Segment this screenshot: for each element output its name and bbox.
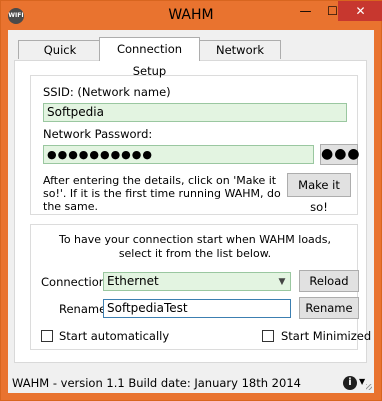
client-area: Quick Connect Connection Setup Network S…	[8, 30, 374, 393]
start-minimized-label[interactable]: Start Minimized	[281, 329, 371, 343]
show-password-button[interactable]: ●●●	[320, 144, 360, 165]
connection-setup-panel: SSID: (Network name) Softpedia Network P…	[14, 60, 371, 363]
password-label: Network Password:	[43, 127, 153, 141]
title-bar[interactable]: WIFI WAHM — ☐ ✕	[1, 1, 382, 30]
tab-network-setup[interactable]: Network Setup	[199, 40, 281, 76]
connections-selected-value: Ethernet	[107, 274, 159, 288]
resize-grip-icon[interactable]	[366, 384, 372, 390]
ssid-input[interactable]: Softpedia	[43, 103, 347, 122]
dropdown-arrow-icon[interactable]: ▼	[359, 377, 365, 386]
reload-button[interactable]: Reload	[299, 270, 359, 292]
instructions-text: After entering the details, click on 'Ma…	[43, 174, 281, 213]
start-automatically-label[interactable]: Start automatically	[59, 329, 169, 343]
startup-connection-group: To have your connection start when WAHM …	[30, 224, 371, 350]
chevron-down-icon: ▼	[278, 277, 286, 287]
connections-select[interactable]: Ethernet ▼	[103, 272, 291, 291]
close-button[interactable]: ✕	[338, 1, 382, 21]
password-input[interactable]: ●●●●●●●●●●	[43, 145, 314, 164]
startup-description: To have your connection start when WAHM …	[58, 233, 331, 260]
start-automatically-checkbox[interactable]	[41, 330, 53, 342]
app-window: WIFI WAHM — ☐ ✕ Quick Connect Connection…	[0, 0, 382, 401]
make-it-so-button[interactable]: Make it so!	[287, 173, 351, 214]
network-details-group: SSID: (Network name) Softpedia Network P…	[30, 75, 360, 215]
info-icon[interactable]: i	[343, 376, 357, 390]
ssid-label: SSID: (Network name)	[43, 85, 171, 99]
tab-connection-setup[interactable]: Connection Setup	[99, 37, 200, 78]
version-status-text: WAHM - version 1.1 Build date: January 1…	[12, 376, 301, 390]
start-minimized-checkbox[interactable]	[262, 330, 274, 342]
rename-input[interactable]: SoftpediaTest	[103, 299, 291, 318]
rename-button[interactable]: Rename	[299, 297, 359, 319]
tab-quick-connect[interactable]: Quick Connect	[18, 40, 102, 76]
minimize-button[interactable]: —	[292, 1, 319, 21]
status-bar: WAHM - version 1.1 Build date: January 1…	[8, 373, 374, 393]
